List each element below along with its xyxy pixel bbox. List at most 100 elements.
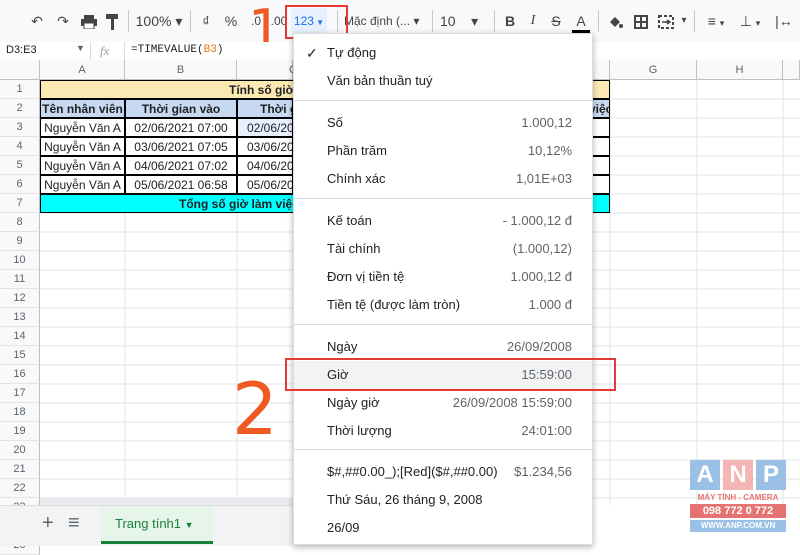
- zoom-select[interactable]: 100% ▾: [135, 8, 183, 34]
- header-cell-time-out[interactable]: Thời g: [237, 99, 293, 118]
- menu-item-6[interactable]: Tài chính (1.000,12): [294, 235, 592, 263]
- cell-name[interactable]: Nguyễn Văn A: [40, 175, 125, 194]
- menu-item-3[interactable]: Phần trăm 10,12%: [294, 137, 592, 165]
- cell-time-in[interactable]: 04/06/2021 07:02: [125, 156, 237, 175]
- sheet-tabs-bar: + ≡ Trang tính1 ▼: [0, 505, 293, 546]
- row-header[interactable]: 6: [0, 175, 40, 194]
- menu-item-0[interactable]: Tự động: [294, 39, 592, 67]
- column-header-g[interactable]: G: [610, 60, 697, 80]
- fx-icon: fx: [100, 43, 110, 58]
- cell-time-in[interactable]: 05/06/2021 06:58: [125, 175, 237, 194]
- column-header-f[interactable]: [593, 60, 610, 80]
- paint-format-icon[interactable]: [104, 8, 122, 34]
- menu-item-8[interactable]: Tiền tệ (được làm tròn) 1.000 đ: [294, 291, 592, 319]
- header-cell-time-in[interactable]: Thời gian vào: [125, 99, 237, 118]
- cell-time-out[interactable]: 03/06/20: [237, 137, 293, 156]
- logo-tagline: MÁY TÍNH - CAMERA: [697, 493, 779, 502]
- header-cell-name[interactable]: Tên nhân viên: [40, 99, 125, 118]
- cell-time-in[interactable]: 03/06/2021 07:05: [125, 137, 237, 156]
- row-header[interactable]: 5: [0, 156, 40, 175]
- bold-button[interactable]: B: [502, 8, 518, 34]
- currency-button[interactable]: ₫: [198, 8, 214, 34]
- all-sheets-button[interactable]: ≡: [68, 512, 80, 535]
- menu-item-5[interactable]: Kế toán - 1.000,12 đ: [294, 207, 592, 235]
- menu-item-label: Tiền tệ (được làm tròn): [327, 297, 461, 312]
- row-header[interactable]: 15: [0, 346, 40, 365]
- column-header-c[interactable]: C: [237, 60, 297, 80]
- row-header[interactable]: 1: [0, 80, 40, 99]
- horizontal-scrollbar[interactable]: [40, 498, 293, 505]
- name-box[interactable]: D3:E3: [6, 44, 37, 56]
- select-all-corner[interactable]: [0, 60, 40, 80]
- cell-time-out[interactable]: 02/06/20: [237, 118, 293, 137]
- row-header[interactable]: 18: [0, 403, 40, 422]
- font-value: Mặc định (...: [344, 14, 411, 28]
- menu-item-label: Tài chính: [327, 241, 381, 256]
- menu-item-example: 1.000,12 đ: [510, 269, 572, 284]
- text-color-button[interactable]: A: [572, 8, 590, 33]
- menu-item-15[interactable]: 26/09: [294, 514, 592, 542]
- chevron-down-icon: ▼: [184, 520, 194, 530]
- menu-item-example: 1,01E+03: [515, 171, 572, 186]
- font-select[interactable]: Mặc định (... ▾: [344, 8, 428, 34]
- cell-name[interactable]: Nguyễn Văn A: [40, 118, 125, 137]
- percent-button[interactable]: %: [222, 8, 240, 34]
- align-vertical-icon[interactable]: ⊥ ▾: [737, 8, 763, 34]
- cell-name[interactable]: Nguyễn Văn A: [40, 156, 125, 175]
- row-header[interactable]: 17: [0, 384, 40, 403]
- row-header[interactable]: 20: [0, 441, 40, 460]
- menu-item-1[interactable]: Văn bản thuần tuý: [294, 67, 592, 95]
- font-size-select[interactable]: 10 ▾: [440, 8, 488, 34]
- menu-item-label: Kế toán: [327, 213, 372, 228]
- text-wrap-icon[interactable]: |↔ ▾: [771, 8, 797, 54]
- zoom-value: 100%: [135, 13, 172, 29]
- cell-name[interactable]: Nguyễn Văn A: [40, 137, 125, 156]
- row-header[interactable]: 10: [0, 251, 40, 270]
- menu-item-9[interactable]: Ngày 26/09/2008: [294, 333, 592, 361]
- menu-item-7[interactable]: Đơn vị tiền tệ 1.000,12 đ: [294, 263, 592, 291]
- menu-item-14[interactable]: Thứ Sáu, 26 tháng 9, 2008: [294, 486, 592, 514]
- row-header[interactable]: 9: [0, 232, 40, 251]
- column-header-i[interactable]: [783, 60, 800, 80]
- menu-item-11[interactable]: Ngày giờ 26/09/2008 15:59:00: [294, 389, 592, 417]
- merge-dropdown-icon[interactable]: ▾: [680, 8, 688, 34]
- strikethrough-button[interactable]: S: [548, 8, 564, 34]
- italic-button[interactable]: I: [525, 8, 541, 34]
- undo-icon[interactable]: ↶: [28, 8, 46, 34]
- row-header[interactable]: 8: [0, 213, 40, 232]
- row-header[interactable]: 16: [0, 365, 40, 384]
- row-header[interactable]: 22: [0, 479, 40, 498]
- row-header[interactable]: 7: [0, 194, 40, 213]
- row-header[interactable]: 14: [0, 327, 40, 346]
- redo-icon[interactable]: ↷: [54, 8, 72, 34]
- column-header-h[interactable]: H: [697, 60, 783, 80]
- add-sheet-button[interactable]: +: [42, 512, 54, 535]
- cell-time-in[interactable]: 02/06/2021 07:00: [125, 118, 237, 137]
- merge-cells-icon[interactable]: [656, 8, 676, 34]
- row-header[interactable]: 12: [0, 289, 40, 308]
- menu-item-label: Văn bản thuần tuý: [327, 73, 433, 88]
- row-header[interactable]: 3: [0, 118, 40, 137]
- menu-item-4[interactable]: Chính xác 1,01E+03: [294, 165, 592, 193]
- fill-color-icon[interactable]: [606, 8, 624, 34]
- row-header[interactable]: 13: [0, 308, 40, 327]
- column-header-a[interactable]: A: [40, 60, 125, 80]
- print-icon[interactable]: [80, 8, 98, 34]
- cell-time-out[interactable]: 05/06/20: [237, 175, 293, 194]
- cell-time-out[interactable]: 04/06/20: [237, 156, 293, 175]
- row-header[interactable]: 11: [0, 270, 40, 289]
- chevron-down-icon[interactable]: ▼: [76, 43, 85, 53]
- column-header-b[interactable]: B: [125, 60, 237, 80]
- borders-icon[interactable]: [632, 8, 650, 34]
- sheet-tab-active[interactable]: Trang tính1 ▼: [101, 506, 213, 544]
- menu-item-13[interactable]: $#,##0.00_);[Red]($#,##0.00) $1.234,56: [294, 458, 592, 486]
- row-header[interactable]: 2: [0, 99, 40, 118]
- row-header[interactable]: 19: [0, 422, 40, 441]
- row-header[interactable]: 21: [0, 460, 40, 479]
- menu-item-12[interactable]: Thời lượng 24:01:00: [294, 417, 592, 445]
- align-horizontal-icon[interactable]: ≡ ▾: [703, 8, 729, 34]
- menu-item-2[interactable]: Số 1.000,12: [294, 109, 592, 137]
- menu-item-example: 1.000 đ: [528, 297, 572, 312]
- row-header[interactable]: 4: [0, 137, 40, 156]
- formula-input[interactable]: =TIMEVALUE(B3): [131, 44, 223, 56]
